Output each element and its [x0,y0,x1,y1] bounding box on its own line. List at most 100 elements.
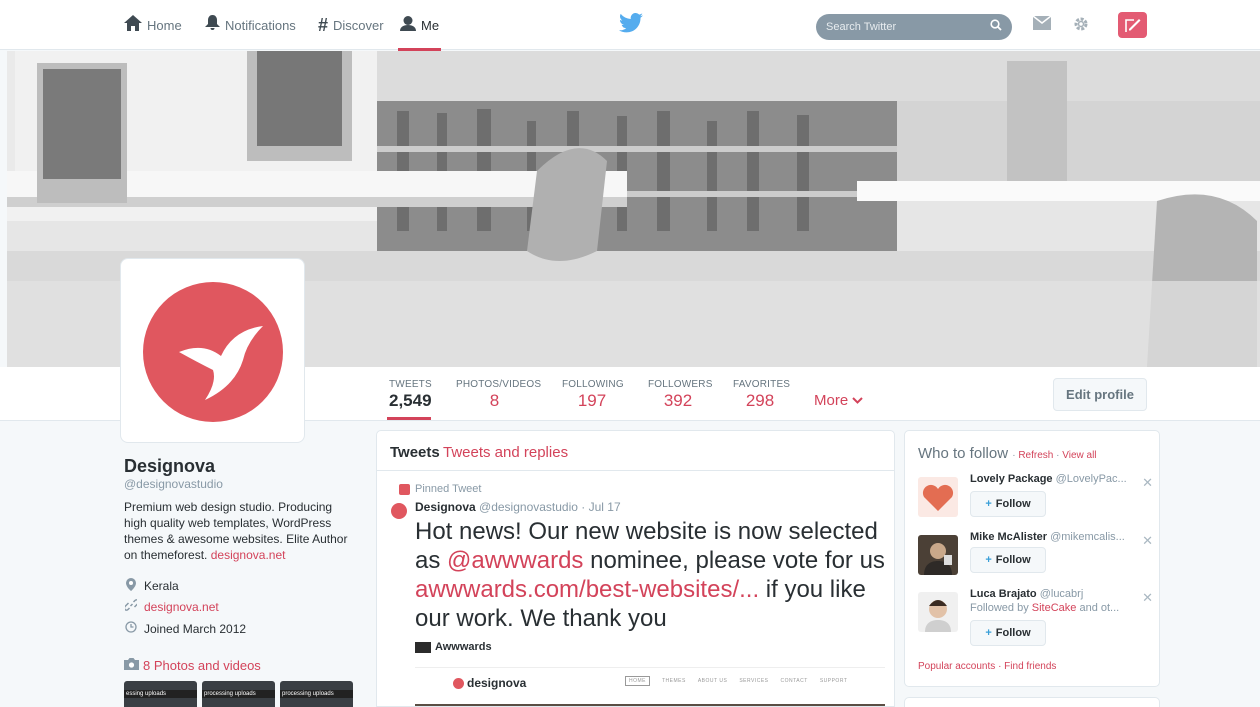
edit-profile-button[interactable]: Edit profile [1053,378,1147,411]
suggestion-name[interactable]: Mike McAlister [970,531,1047,543]
preview-nav: HOME THEMES ABOUT US SERVICES CONTACT SU… [625,676,848,686]
nav-me[interactable]: Me [397,0,442,51]
add-user-icon: + [985,498,992,510]
dismiss-icon[interactable]: ✕ [1142,475,1153,491]
profile-location: Kerala [124,578,179,594]
location-pin-icon [124,578,138,594]
dismiss-icon[interactable]: ✕ [1142,590,1153,606]
tweet-author-avatar[interactable] [391,503,407,519]
tweet-mention-link[interactable]: @awwwards [447,547,583,574]
thumbnail-caption: processing uploads [280,690,353,698]
tweet-timeline: Tweets Tweets and replies Pinned Tweet D… [376,430,895,707]
tweet-author-meta: @designovastudio · Jul 17 [479,500,621,514]
stat-value: 2,549 [389,391,432,410]
suggestion-name-line: Mike McAlister @mikemcalis... [970,531,1138,543]
nav-notifications[interactable]: Notifications [205,0,296,50]
who-to-follow-panel: Who to follow · Refresh · View all Lovel… [904,430,1160,687]
preview-nav-item: SUPPORT [819,678,848,684]
dismiss-icon[interactable]: ✕ [1142,533,1153,549]
stat-label: FAVORITES [733,379,791,390]
designova-logo-icon [143,282,283,422]
website-link[interactable]: designova.net [144,600,219,614]
stat-value: 197 [577,391,607,410]
link-preview-card[interactable]: designova HOME THEMES ABOUT US SERVICES … [415,667,885,706]
tweet-url-link[interactable]: awwwards.com/best-websites/... [415,576,759,603]
gear-icon[interactable] [1071,15,1091,35]
pin-icon [399,483,410,495]
pinned-tweet-label: Pinned Tweet [399,483,481,495]
tab-tweets[interactable]: Tweets [390,444,440,461]
top-navigation: Home Notifications # Discover Me [0,0,1260,51]
search-input[interactable] [826,21,986,33]
location-text: Kerala [144,579,179,593]
more-dropdown[interactable]: More [814,392,864,409]
suggestion-avatar[interactable] [918,535,958,575]
hashtag-icon: # [318,15,329,35]
photo-thumbnail[interactable]: essing uploads [124,681,197,707]
popular-accounts-link[interactable]: Popular accounts [918,661,995,672]
view-all-link[interactable]: View all [1062,450,1096,461]
avatar[interactable] [120,258,305,443]
twitter-bird-icon[interactable] [619,12,643,35]
timeline-tabs: Tweets Tweets and replies [377,431,894,471]
photos-and-videos-link[interactable]: 8 Photos and videos [124,658,261,673]
photos-link-label: 8 Photos and videos [143,658,261,673]
preview-nav-item: HOME [625,676,650,686]
suggestion-name-line: Lovely Package @LovelyPac... [970,473,1138,485]
search-icon[interactable] [990,19,1002,34]
profile-joined: Joined March 2012 [124,621,246,636]
suggestion-item: Luca Brajato @lucabrj Followed by SiteCa… [918,588,1153,646]
bio-link[interactable]: designova.net [211,548,286,562]
stat-label: FOLLOWERS [648,379,713,390]
who-to-follow-title: Who to follow · Refresh · View all [918,445,1097,462]
profile-website: designova.net [123,599,219,614]
stat-value: 392 [663,391,693,410]
stat-following[interactable]: FOLLOWING 197 [562,379,624,411]
chevron-down-icon [852,392,864,409]
home-icon [124,15,142,35]
photo-thumbnail[interactable]: processing uploads [202,681,275,707]
thumbnail-caption: processing uploads [202,690,275,698]
compose-tweet-button[interactable] [1118,12,1147,38]
photo-thumbnail[interactable]: processing uploads [280,681,353,707]
profile-name: Designova [124,456,216,476]
messages-icon[interactable] [1032,15,1052,35]
card-source[interactable]: Awwwards [415,641,492,653]
stat-label: FOLLOWING [562,379,624,390]
refresh-link[interactable]: Refresh [1018,450,1053,461]
suggestion-followed-by: Followed by SiteCake and ot... [970,602,1138,614]
tweet-author-name[interactable]: Designova [415,500,476,514]
stat-photos-videos[interactable]: PHOTOS/VIDEOS 8 [456,379,542,411]
stat-tweets[interactable]: TWEETS 2,549 [387,379,432,420]
preview-nav-item: CONTACT [780,678,808,684]
suggestion-name[interactable]: Lovely Package [970,473,1053,485]
thumbnail-caption: essing uploads [124,690,197,698]
search-box [816,14,1012,40]
stat-value: 298 [745,391,775,410]
awwwards-logo-icon [415,641,431,653]
suggestion-avatar[interactable] [918,592,958,632]
tweet-header: Designova @designovastudio · Jul 17 [415,500,621,514]
calendar-icon [124,621,138,636]
nav-discover[interactable]: # Discover [318,0,384,50]
tab-tweets-and-replies[interactable]: Tweets and replies [443,444,568,461]
suggestion-name[interactable]: Luca Brajato [970,588,1037,600]
nav-home[interactable]: Home [124,0,182,50]
followed-by-link[interactable]: SiteCake [1032,602,1077,614]
follow-label: Follow [995,554,1031,566]
suggestion-avatar[interactable] [918,477,958,517]
stat-followers[interactable]: FOLLOWERS 392 [648,379,713,411]
bell-icon [205,15,220,35]
suggestion-handle: @LovelyPac... [1055,473,1127,485]
follow-button[interactable]: + Follow [970,620,1046,646]
find-friends-link[interactable]: Find friends [1004,661,1056,672]
preview-logo: designova [453,676,526,690]
follow-button[interactable]: + Follow [970,491,1046,517]
joined-text: Joined March 2012 [144,621,247,636]
camera-icon [124,658,139,673]
stat-favorites[interactable]: FAVORITES 298 [733,379,791,411]
stat-label: PHOTOS/VIDEOS [456,379,542,390]
follow-button[interactable]: + Follow [970,547,1046,573]
follow-label: Follow [995,498,1031,510]
nav-home-label: Home [147,17,182,33]
